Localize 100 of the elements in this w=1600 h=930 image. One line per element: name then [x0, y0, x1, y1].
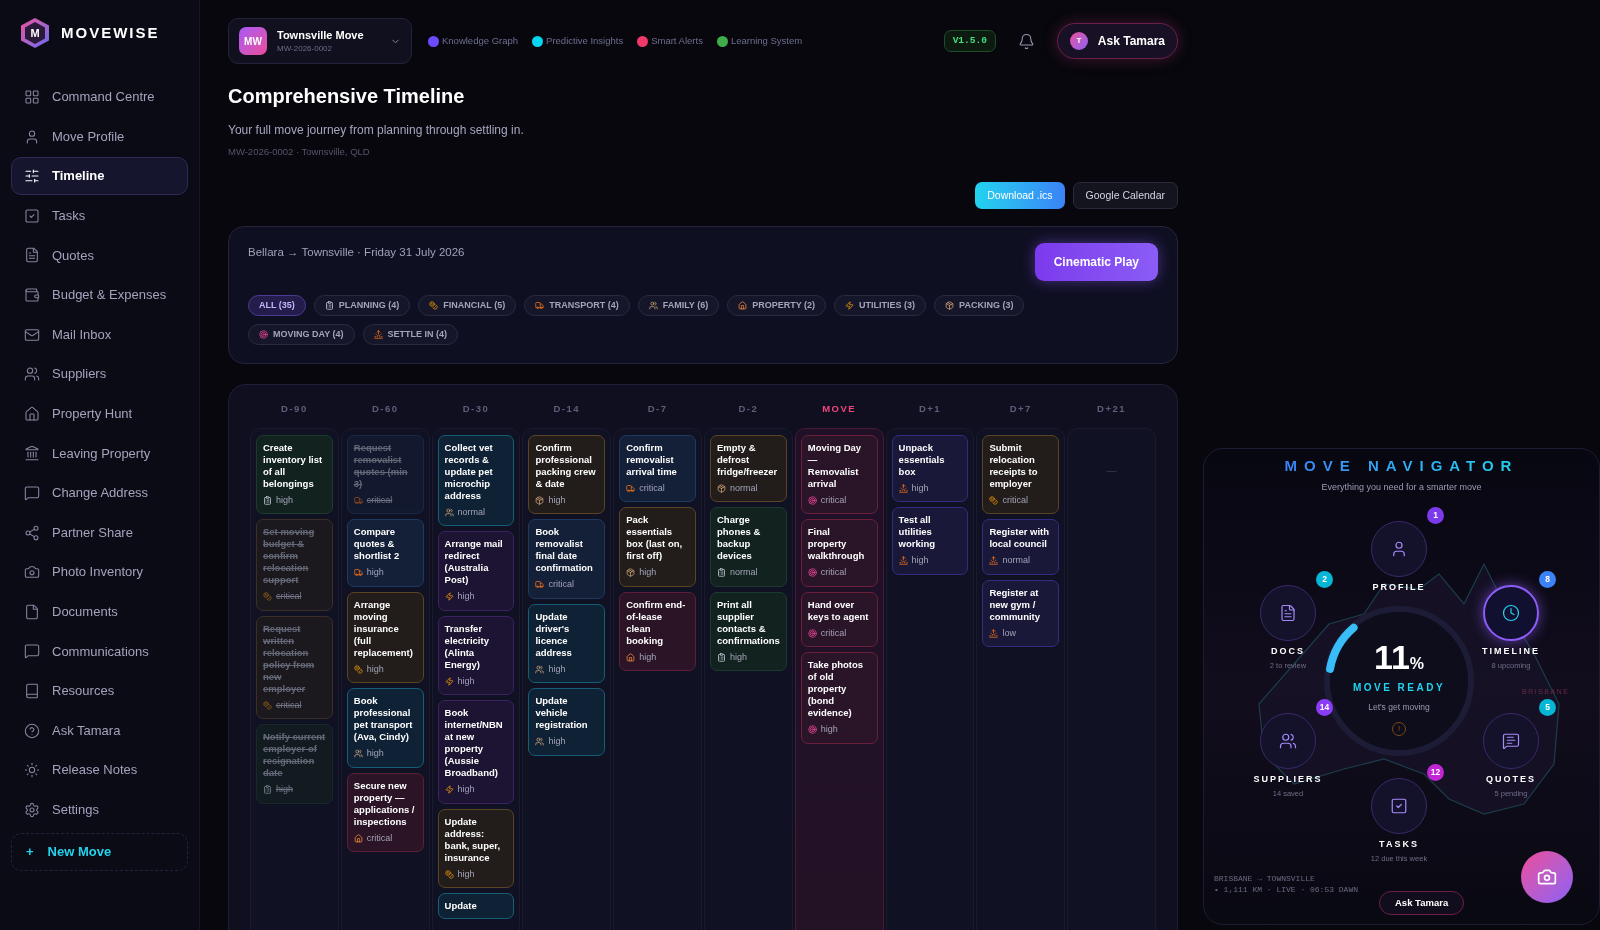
new-move-button[interactable]: + New Move: [11, 832, 188, 871]
task-card[interactable]: Test all utilities working high: [891, 507, 969, 575]
task-card[interactable]: Request written relocation policy from new employer critical: [256, 615, 333, 719]
filter-chip[interactable]: FAMILY (6): [637, 295, 720, 317]
task-card[interactable]: Set moving budget & confirm relocation support critical: [256, 519, 333, 611]
task-card[interactable]: Book internet/NBN at new property (Aussie Broadband) high: [437, 700, 515, 804]
priority-label: high: [276, 783, 293, 796]
task-card[interactable]: Book removalist final date confirmation critical: [528, 519, 606, 599]
truck-icon: [353, 568, 363, 578]
task-card[interactable]: Charge phones & backup devices normal: [710, 507, 787, 587]
cinematic-play-button[interactable]: Cinematic Play: [1034, 243, 1158, 282]
filter-chip[interactable]: PLANNING (4): [313, 295, 411, 317]
sidebar-item[interactable]: Settings: [11, 790, 188, 829]
filter-chip[interactable]: ALL (35): [248, 295, 306, 317]
task-card[interactable]: Submit relocation receipts to employer critical: [982, 434, 1060, 514]
task-card[interactable]: Confirm removalist arrival time critical: [619, 434, 696, 502]
filter-chip[interactable]: MOVING DAY (4): [248, 324, 355, 346]
task-card[interactable]: Print all supplier contacts & confirmations high: [710, 591, 787, 671]
task-card[interactable]: Moving Day — Removalist arrival critical: [800, 434, 878, 514]
sidebar-item[interactable]: Suppliers: [11, 355, 188, 394]
sidebar-item[interactable]: Timeline: [11, 157, 188, 196]
user-icon: [1390, 540, 1408, 558]
task-card[interactable]: Update driver's licence address high: [528, 603, 606, 683]
house-icon: [353, 833, 363, 843]
task-card[interactable]: Book professional pet transport (Ava, Cindy) high: [346, 688, 424, 768]
filter-chip[interactable]: SETTLE IN (4): [362, 324, 459, 346]
coins-icon: [353, 664, 363, 674]
task-card[interactable]: Confirm end-of-lease clean booking high: [619, 591, 696, 671]
task-card[interactable]: Take photos of old property (bond evidence) high: [800, 652, 878, 744]
navigator-node[interactable]: [1371, 521, 1427, 577]
sidebar-item[interactable]: Mail Inbox: [11, 315, 188, 354]
camera-icon: [24, 564, 40, 581]
calendar-button[interactable]: Google Calendar: [1072, 182, 1178, 210]
task-card[interactable]: Update address: bank, super, insurance high: [437, 808, 515, 888]
sidebar-item[interactable]: Partner Share: [11, 513, 188, 552]
task-card[interactable]: Unpack essentials box high: [891, 434, 969, 502]
column-header: MOVE: [821, 402, 858, 417]
version-badge: V1.5.0: [943, 29, 996, 53]
package-icon: [945, 301, 955, 311]
filter-chip[interactable]: PACKING (3): [934, 295, 1025, 317]
sidebar-item[interactable]: Command Centre: [11, 78, 188, 116]
sidebar-item[interactable]: Resources: [11, 671, 188, 710]
progress-label: MOVE READY: [1352, 681, 1446, 695]
task-card[interactable]: Compare quotes & shortlist 2 high: [346, 519, 424, 587]
package-icon: [717, 483, 726, 493]
filter-chip[interactable]: TRANSPORT (4): [524, 295, 630, 317]
sidebar-item[interactable]: Property Hunt: [11, 394, 188, 433]
task-card[interactable]: Create inventory list of all belongings high: [256, 434, 333, 514]
sidebar-item[interactable]: Tasks: [11, 196, 188, 235]
sidebar-item[interactable]: Ask Tamara: [11, 711, 188, 750]
filter-chip[interactable]: UTILITIES (3): [834, 295, 927, 317]
task-card[interactable]: Notify current employer of resignation date high: [256, 724, 333, 804]
task-card[interactable]: Update: [437, 893, 515, 919]
task-card[interactable]: Secure new property — applications / inspections critical: [346, 772, 424, 852]
notification-icon[interactable]: [1017, 32, 1035, 50]
task-card[interactable]: Final property walkthrough critical: [800, 519, 878, 587]
sidebar-item[interactable]: Budget & Expenses: [11, 275, 188, 314]
task-card[interactable]: Pack essentials box (last on, first off) high: [619, 507, 696, 587]
filter-chip[interactable]: PROPERTY (2): [727, 295, 827, 317]
sidebar-item[interactable]: Quotes: [11, 236, 188, 275]
clipboard-icon: [717, 568, 726, 578]
navigator-node[interactable]: [1260, 585, 1316, 641]
column-header: D-7: [646, 402, 669, 417]
task-card[interactable]: Confirm professional packing crew & date high: [528, 434, 606, 514]
sidebar-item[interactable]: Change Address: [11, 473, 188, 512]
task-card[interactable]: Update vehicle registration high: [528, 688, 606, 756]
task-card[interactable]: Register at new gym / community low: [982, 579, 1060, 647]
node-label: DOCS: [1271, 645, 1305, 658]
navigator-node[interactable]: [1483, 585, 1539, 641]
sidebar-item[interactable]: Communications: [11, 632, 188, 671]
ask-tamara-button[interactable]: T Ask Tamara: [1056, 23, 1178, 59]
task-title: Submit relocation receipts to employer: [989, 441, 1039, 490]
column-header: D-60: [370, 402, 400, 417]
task-card[interactable]: Empty & defrost fridge/freezer normal: [710, 434, 787, 502]
count-badge: 2: [1316, 571, 1333, 588]
column-header: D+1: [917, 402, 943, 417]
sidebar-item[interactable]: Release Notes: [11, 751, 188, 790]
task-card[interactable]: Arrange mail redirect (Australia Post) high: [437, 531, 515, 611]
empty-marker: —: [1106, 463, 1117, 478]
task-card[interactable]: Register with local council normal: [982, 519, 1060, 575]
navigator-node[interactable]: [1371, 778, 1427, 834]
sidebar-item[interactable]: Leaving Property: [11, 434, 188, 473]
node-label: SUPPLIERS: [1253, 773, 1323, 786]
task-title: Unpack essentials box: [898, 441, 946, 478]
project-selector[interactable]: MW Townsville Move MW-2026-0002: [228, 18, 412, 64]
camera-button[interactable]: [1521, 851, 1573, 903]
task-card[interactable]: Arrange moving insurance (full replacement) high: [346, 591, 424, 683]
people-icon: [648, 301, 658, 311]
task-card[interactable]: Request removalist quotes (min 3) critical: [346, 434, 424, 514]
sidebar-item[interactable]: Photo Inventory: [11, 553, 188, 592]
speech-bubble-icon: [24, 643, 40, 660]
task-card[interactable]: Collect vet records & update pet microchip address normal: [437, 434, 515, 526]
sidebar-item[interactable]: Move Profile: [11, 117, 188, 156]
sidebar-item[interactable]: Documents: [11, 592, 188, 631]
ask-tamara-button[interactable]: Ask Tamara: [1379, 891, 1465, 915]
task-card[interactable]: Hand over keys to agent critical: [800, 591, 878, 647]
task-card[interactable]: Transfer electricity (Alinta Energy) high: [437, 615, 515, 695]
filter-chip[interactable]: FINANCIAL (5): [418, 295, 517, 317]
task-title: Update: [444, 900, 478, 912]
clipboard-icon: [324, 301, 334, 311]
